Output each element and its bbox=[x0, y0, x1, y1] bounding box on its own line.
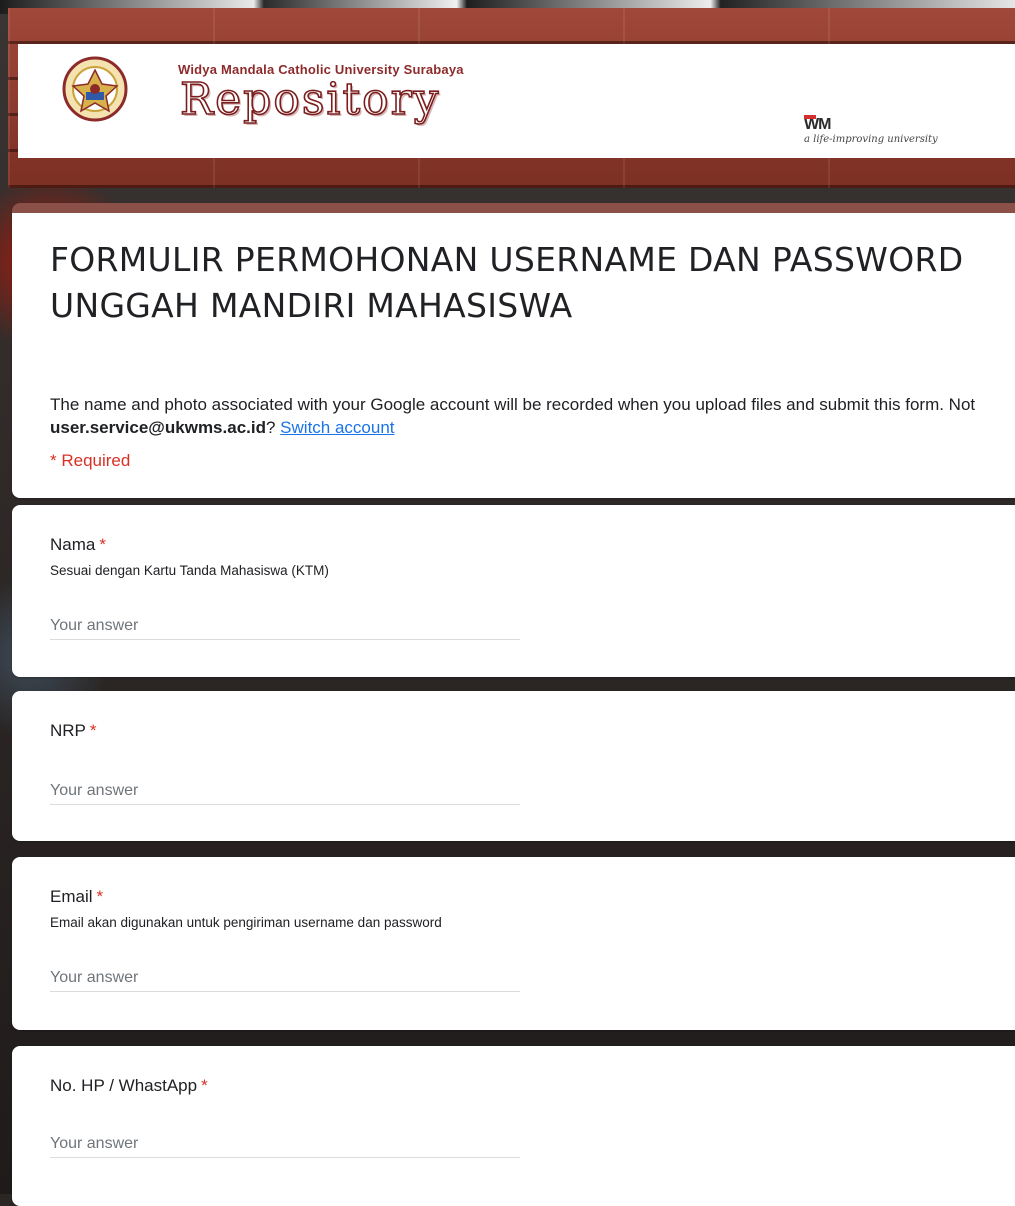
required-note: * Required bbox=[50, 451, 131, 470]
question-label: Email * bbox=[50, 887, 103, 907]
required-star: * bbox=[96, 887, 104, 906]
question-title: Nama bbox=[50, 535, 96, 554]
account-notice-suffix: ? bbox=[265, 418, 281, 437]
phone-input[interactable] bbox=[50, 1131, 520, 1158]
question-card-phone: No. HP / WhastApp * bbox=[12, 1046, 1015, 1206]
repository-title: Repository bbox=[179, 73, 441, 126]
account-notice-prefix: The name and photo associated with your … bbox=[50, 395, 976, 414]
question-title: Email bbox=[50, 887, 93, 906]
university-crest-icon bbox=[62, 56, 128, 122]
question-help: Sesuai dengan Kartu Tanda Mahasiswa (KTM… bbox=[50, 563, 329, 578]
required-star: * bbox=[89, 721, 97, 740]
account-notice: The name and photo associated with your … bbox=[50, 393, 1000, 439]
wm-logo-icon: WM a life-improving university bbox=[804, 115, 1004, 146]
question-title: NRP bbox=[50, 721, 86, 740]
switch-account-link[interactable]: Switch account bbox=[280, 418, 394, 437]
question-label: NRP * bbox=[50, 721, 97, 741]
wm-brand-mark: WM bbox=[804, 115, 831, 133]
nama-input[interactable] bbox=[50, 613, 520, 640]
wm-tagline: a life-improving university bbox=[804, 134, 938, 145]
question-card-nrp: NRP * bbox=[12, 691, 1015, 841]
question-help: Email akan digunakan untuk pengiriman us… bbox=[50, 915, 442, 930]
question-card-nama: Nama * Sesuai dengan Kartu Tanda Mahasisw… bbox=[12, 505, 1015, 677]
form-title: FORMULIR PERMOHONAN USERNAME DAN PASSWOR… bbox=[50, 240, 964, 325]
required-star: * bbox=[99, 535, 106, 554]
question-label: Nama * bbox=[50, 535, 106, 555]
question-label: No. HP / WhastApp * bbox=[50, 1076, 208, 1096]
header-card: Widya Mandala Catholic University Suraba… bbox=[18, 44, 1015, 158]
form-header-card: FORMULIR PERMOHONAN USERNAME DAN PASSWOR… bbox=[12, 203, 1015, 498]
required-star: * bbox=[201, 1076, 208, 1095]
email-input[interactable] bbox=[50, 965, 520, 992]
nrp-input[interactable] bbox=[50, 778, 520, 805]
header-banner: Widya Mandala Catholic University Suraba… bbox=[8, 8, 1015, 188]
question-title: No. HP / WhastApp bbox=[50, 1076, 198, 1095]
question-card-email: Email * Email akan digunakan untuk pengir… bbox=[12, 857, 1015, 1030]
account-email: user.service@ukwms.ac.id bbox=[50, 418, 266, 437]
